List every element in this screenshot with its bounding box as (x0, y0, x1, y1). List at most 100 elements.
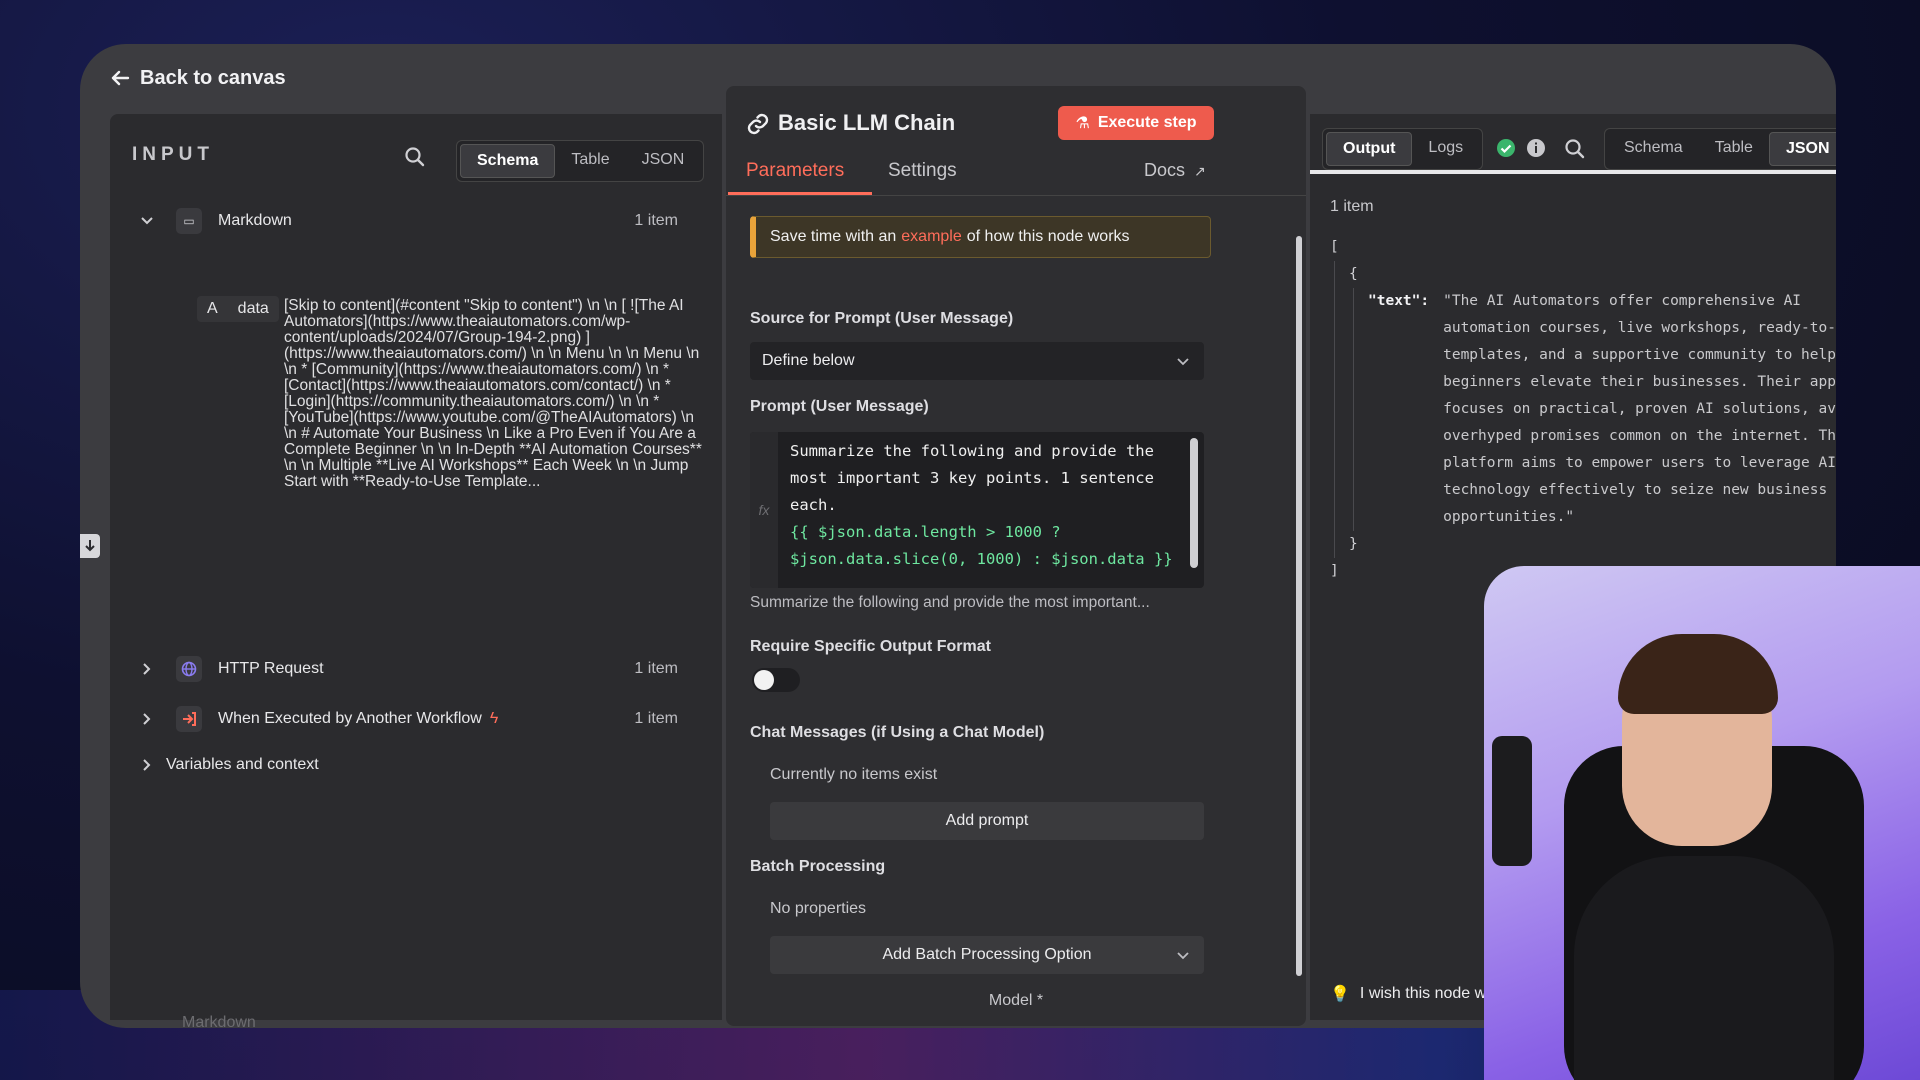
search-icon[interactable] (404, 146, 426, 168)
person-body (1574, 856, 1834, 1080)
source-value: Define below (762, 352, 855, 369)
lightbulb-icon: 💡 (1330, 986, 1350, 1003)
chat-messages-empty: Currently no items exist (770, 766, 938, 783)
chat-messages-label: Chat Messages (if Using a Chat Model) (750, 724, 1045, 741)
output-count: 1 item (1330, 198, 1374, 215)
prompt-expression: {{ $json.data.length > 1000 ? $json.data… (790, 523, 1173, 568)
lightning-icon: ϟ (489, 710, 499, 727)
field-value: [Skip to content](#content "Skip to cont… (284, 297, 707, 490)
expression-icon: fx (750, 432, 778, 588)
divider (726, 195, 1306, 196)
json-brace: } (1349, 536, 1358, 552)
chevron-down-icon[interactable] (140, 214, 154, 228)
node-label: Variables and context (166, 756, 319, 773)
info-icon[interactable] (1526, 138, 1546, 158)
tab-json[interactable]: JSON (1768, 132, 1836, 166)
json-entry: "text": "The AI Automators offer compreh… (1353, 288, 1836, 531)
source-label: Source for Prompt (User Message) (750, 310, 1014, 327)
tree-node-markdown[interactable]: ▭ Markdown 1 item (140, 208, 690, 234)
arrow-left-icon (111, 70, 130, 86)
prompt-text[interactable]: Summarize the following and provide the … (790, 438, 1174, 573)
external-link-icon: ↗ (1194, 163, 1206, 179)
batch-empty: No properties (770, 900, 867, 917)
tab-output[interactable]: Output (1326, 132, 1413, 166)
prompt-label: Prompt (User Message) (750, 398, 929, 415)
tab-parameters[interactable]: Parameters (746, 160, 844, 182)
toggle-knob (754, 670, 774, 690)
node-label: When Executed by Another Workflow (218, 710, 482, 727)
json-value[interactable]: "The AI Automators offer comprehensive A… (1443, 288, 1836, 531)
globe-icon (176, 656, 202, 682)
sign-in-icon (176, 706, 202, 732)
field-key-label: data (237, 300, 269, 317)
item-count: 1 item (634, 710, 678, 727)
chevron-down-icon (1177, 358, 1189, 366)
json-object: { "text": "The AI Automators offer compr… (1334, 261, 1836, 558)
input-panel: INPUT Schema Table JSON ▭ Markdown 1 ite… (110, 114, 722, 1028)
markdown-icon: ▭ (176, 208, 202, 234)
tab-settings[interactable]: Settings (888, 160, 957, 182)
execute-label: Execute step (1097, 114, 1197, 131)
back-label: Back to canvas (140, 66, 286, 89)
json-output: [ { "text": "The AI Automators offer com… (1330, 234, 1836, 585)
model-label: Model * (988, 992, 1044, 1009)
output-format-label: Require Specific Output Format (750, 638, 991, 655)
node-title[interactable]: Basic LLM Chain (778, 110, 955, 136)
add-prompt-button[interactable]: Add prompt (770, 802, 1204, 840)
tab-schema[interactable]: Schema (1608, 132, 1699, 164)
output-divider (1310, 170, 1836, 174)
person-hair (1618, 634, 1778, 714)
prompt-editor[interactable]: fx Summarize the following and provide t… (750, 432, 1204, 588)
tab-table[interactable]: Table (555, 144, 625, 176)
chevron-right-icon[interactable] (140, 712, 154, 726)
node-parameters-panel: Basic LLM Chain ⚗ Execute step Parameter… (726, 86, 1306, 1026)
scrollbar[interactable] (1190, 438, 1198, 568)
batch-label: Batch Processing (750, 858, 886, 875)
source-select[interactable]: Define below (750, 342, 1204, 380)
tree-node-variables[interactable]: Variables and context (140, 756, 319, 774)
panel-scrollbar[interactable] (1296, 236, 1302, 976)
scrollbar-thumb[interactable] (1296, 236, 1302, 976)
tab-logs[interactable]: Logs (1412, 132, 1479, 164)
link-icon (747, 113, 769, 135)
example-link[interactable]: example (901, 228, 961, 246)
field-key[interactable]: A data (197, 296, 279, 322)
chevron-right-icon[interactable] (140, 758, 154, 772)
docs-label: Docs (1144, 160, 1186, 180)
chevron-right-icon[interactable] (140, 662, 154, 676)
batch-button-label: Add Batch Processing Option (882, 946, 1092, 963)
node-label: HTTP Request (218, 660, 324, 677)
output-tabs: Output Logs (1322, 128, 1484, 170)
string-type-icon: A (207, 300, 218, 317)
panel-toggle-button[interactable] (80, 534, 100, 558)
docs-link[interactable]: Docs ↗ (1144, 160, 1206, 181)
prompt-plain: Summarize the following and provide the … (790, 442, 1154, 514)
tab-schema[interactable]: Schema (460, 144, 556, 178)
execute-step-button[interactable]: ⚗ Execute step (1058, 106, 1214, 140)
output-format-toggle[interactable] (752, 668, 800, 692)
example-callout: Save time with an example of how this no… (750, 216, 1211, 258)
json-bracket: [ (1330, 239, 1339, 255)
prompt-preview: Summarize the following and provide the … (750, 594, 1150, 611)
item-count: 1 item (634, 660, 678, 677)
add-batch-option-button[interactable]: Add Batch Processing Option (770, 936, 1204, 974)
search-icon[interactable] (1564, 138, 1586, 160)
input-title: INPUT (132, 144, 214, 165)
arrow-down-icon (85, 540, 95, 552)
tree-node-http-request[interactable]: HTTP Request 1 item (140, 656, 690, 682)
callout-text: of how this node works (966, 228, 1130, 245)
json-key[interactable]: "text": (1368, 288, 1429, 531)
node-label: Markdown (218, 212, 292, 229)
microphone-shape (1492, 736, 1532, 866)
underlay-item-markdown: Markdown (182, 1014, 256, 1028)
success-check-icon (1497, 139, 1515, 157)
tab-table[interactable]: Table (1699, 132, 1769, 164)
back-to-canvas-button[interactable]: Back to canvas (110, 58, 286, 98)
output-view-tabs: Schema Table JSON (1604, 128, 1836, 170)
callout-text: Save time with an (770, 228, 897, 245)
json-brace: { (1349, 266, 1358, 282)
chevron-down-icon (1177, 952, 1189, 960)
tab-json[interactable]: JSON (626, 144, 701, 176)
tree-node-execute-workflow-trigger[interactable]: When Executed by Another Workflow ϟ 1 it… (140, 706, 690, 732)
flask-icon: ⚗ (1075, 115, 1090, 132)
